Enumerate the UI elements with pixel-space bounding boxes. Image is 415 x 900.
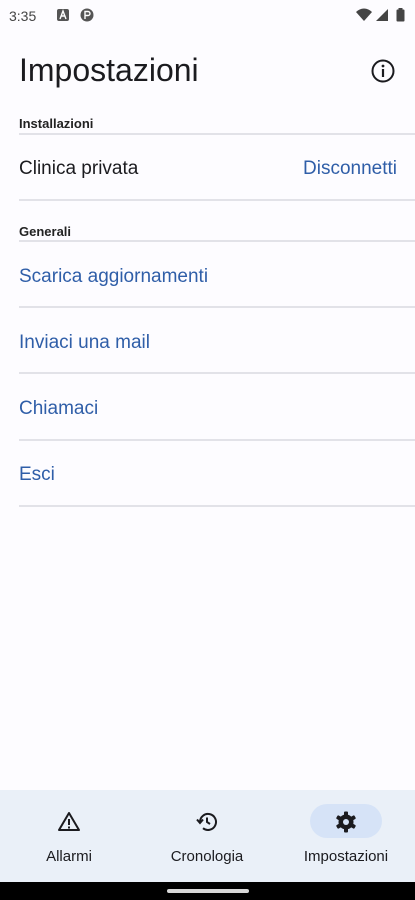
logout-link[interactable]: Esci (19, 464, 55, 486)
gesture-area (0, 882, 415, 900)
divider (19, 439, 415, 441)
warning-icon (58, 812, 80, 831)
info-icon[interactable] (370, 58, 396, 84)
nav-label: Impostazioni (303, 848, 389, 865)
section-header-installazioni: Installazioni (19, 116, 94, 131)
notification-a-icon (57, 9, 69, 21)
divider (19, 372, 415, 374)
notification-p-icon (80, 8, 94, 22)
download-updates-link[interactable]: Scarica aggiornamenti (19, 266, 208, 288)
gesture-handle[interactable] (167, 889, 249, 893)
clinic-name: Clinica privata (19, 158, 139, 179)
divider (19, 240, 415, 242)
nav-item-allarmi[interactable]: Allarmi (0, 790, 138, 882)
status-bar: 3:35 (0, 0, 415, 30)
divider (19, 505, 415, 507)
signal-icon (376, 9, 388, 21)
divider (19, 199, 415, 201)
wifi-icon (356, 8, 372, 21)
nav-label: Cronologia (170, 848, 244, 865)
gear-icon (336, 811, 356, 833)
disconnect-button[interactable]: Disconnetti (303, 158, 397, 180)
nav-item-impostazioni[interactable]: Impostazioni (277, 790, 415, 882)
battery-icon (396, 8, 405, 22)
status-time: 3:35 (9, 8, 37, 24)
divider (19, 306, 415, 308)
page-title: Impostazioni (19, 52, 199, 88)
call-us-link[interactable]: Chiamaci (19, 398, 98, 420)
send-mail-link[interactable]: Inviaci una mail (19, 332, 150, 354)
nav-item-cronologia[interactable]: Cronologia (138, 790, 276, 882)
history-icon (196, 813, 217, 831)
nav-label: Allarmi (46, 848, 92, 865)
bottom-navigation: Allarmi Cronologia Impostazioni (0, 790, 415, 882)
section-header-generali: Generali (19, 224, 72, 239)
divider (19, 133, 415, 135)
